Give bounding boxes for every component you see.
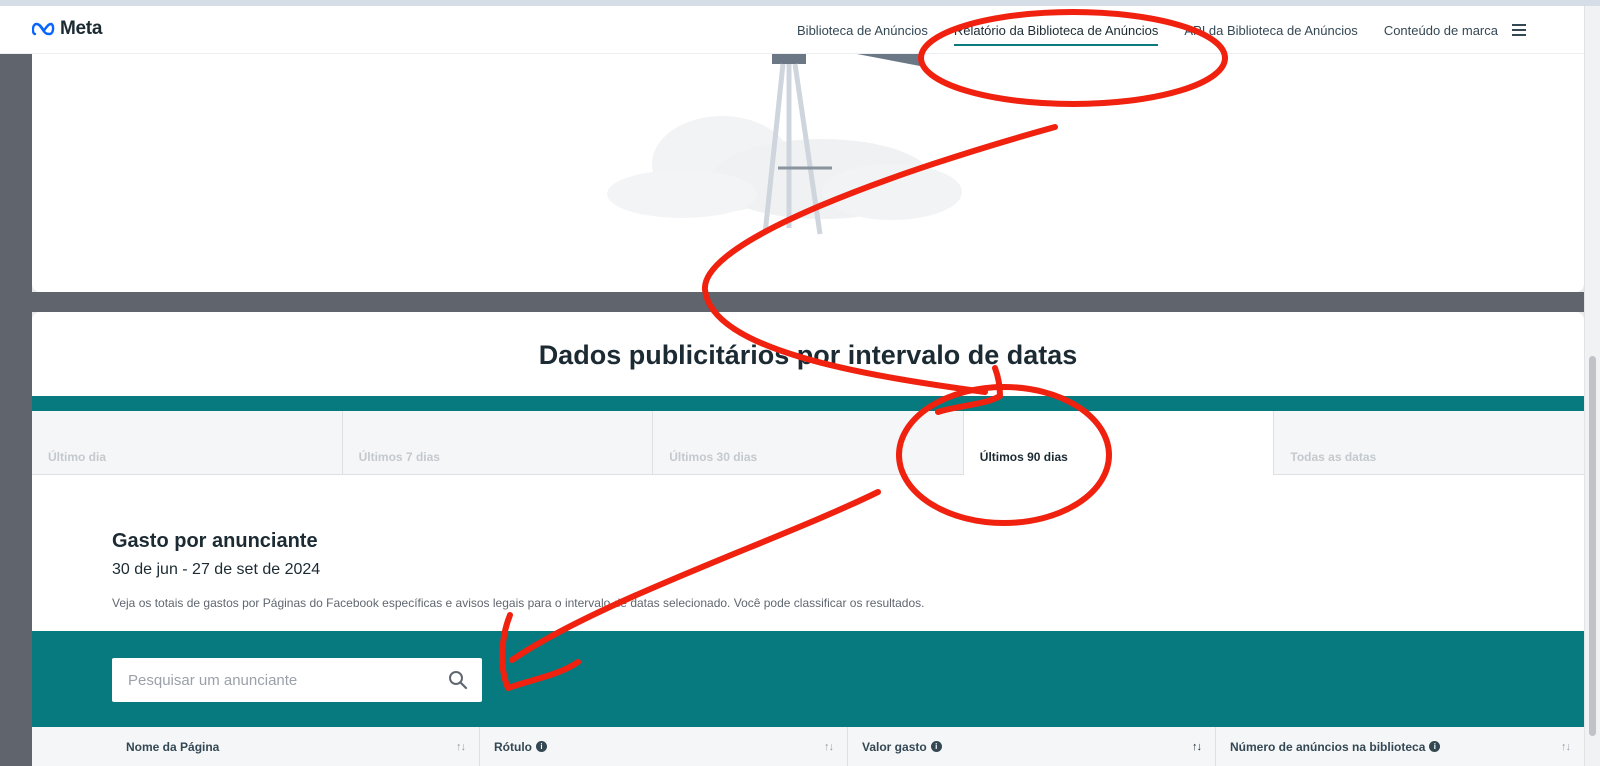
column-label: Número de anúncios na biblioteca xyxy=(1230,739,1426,754)
tab-all-dates[interactable]: Todas as datas xyxy=(1274,411,1584,475)
column-label: Nome da Página xyxy=(126,739,220,754)
spend-title: Gasto por anunciante xyxy=(112,530,318,552)
logo-text: Meta xyxy=(60,18,103,39)
top-navigation: Meta Biblioteca de Anúncios Relatório da… xyxy=(0,6,1584,54)
spend-table-header: Nome da Página ↑↓ Rótulo i ↑↓ Valor gasto… xyxy=(32,727,1584,766)
date-range-tabs: Último dia Últimos 7 dias Últimos 30 dia… xyxy=(32,411,1584,475)
tab-last-7-days[interactable]: Últimos 7 dias xyxy=(342,411,654,475)
advertiser-search-box xyxy=(112,658,482,702)
tab-last-day[interactable]: Último dia xyxy=(32,411,343,475)
sort-icon[interactable]: ↑↓ xyxy=(1561,741,1571,753)
sort-icon[interactable]: ↑↓ xyxy=(1192,741,1202,753)
search-band xyxy=(32,631,1584,727)
date-range-section: Dados publicitários por intervalo de dat… xyxy=(32,312,1584,766)
info-icon[interactable]: i xyxy=(1429,741,1441,752)
sort-icon[interactable]: ↑↓ xyxy=(824,741,834,753)
column-label: Rótulo xyxy=(494,739,532,754)
column-ad-count[interactable]: Número de anúncios na biblioteca i ↑↓ xyxy=(1216,727,1584,766)
sort-icon[interactable]: ↑↓ xyxy=(456,741,466,753)
nav-branded-content[interactable]: Conteúdo de marca xyxy=(1384,19,1498,42)
nav-ad-library-report[interactable]: Relatório da Biblioteca de Anúncios xyxy=(953,19,1158,46)
tab-last-90-days[interactable]: Últimos 90 dias xyxy=(963,411,1275,475)
spend-date-range: 30 de jun - 27 de set de 2024 xyxy=(112,561,321,578)
info-icon[interactable]: i xyxy=(536,741,547,752)
scrollbar-thumb[interactable] xyxy=(1589,356,1596,736)
page-background-left xyxy=(0,6,32,766)
column-label: Valor gasto xyxy=(862,739,927,754)
nav-ad-library-api[interactable]: API da Biblioteca de Anúncios xyxy=(1184,19,1357,42)
section-title: Dados publicitários por intervalo de dat… xyxy=(538,340,1078,370)
main-nav: Biblioteca de Anúncios Relatório da Bibl… xyxy=(797,6,1498,54)
advertiser-search-input[interactable] xyxy=(112,658,432,702)
column-amount-spent[interactable]: Valor gasto i ↑↓ xyxy=(848,727,1216,766)
meta-logo[interactable]: Meta xyxy=(32,18,102,40)
illustration-card xyxy=(32,54,1584,292)
spend-description: Veja os totais de gastos por Páginas do … xyxy=(112,596,925,610)
telescope-illustration xyxy=(607,54,962,235)
section-divider xyxy=(32,292,1584,312)
section-accent-bar xyxy=(32,396,1584,411)
search-icon[interactable] xyxy=(448,670,468,690)
menu-icon[interactable] xyxy=(1512,24,1526,36)
nav-ad-library[interactable]: Biblioteca de Anúncios xyxy=(797,19,928,42)
column-label-disclaimer[interactable]: Rótulo i ↑↓ xyxy=(480,727,848,766)
meta-logo-icon xyxy=(32,22,55,36)
info-icon[interactable]: i xyxy=(930,741,942,752)
tab-last-30-days[interactable]: Últimos 30 dias xyxy=(653,411,964,475)
column-page-name[interactable]: Nome da Página ↑↓ xyxy=(112,727,480,766)
